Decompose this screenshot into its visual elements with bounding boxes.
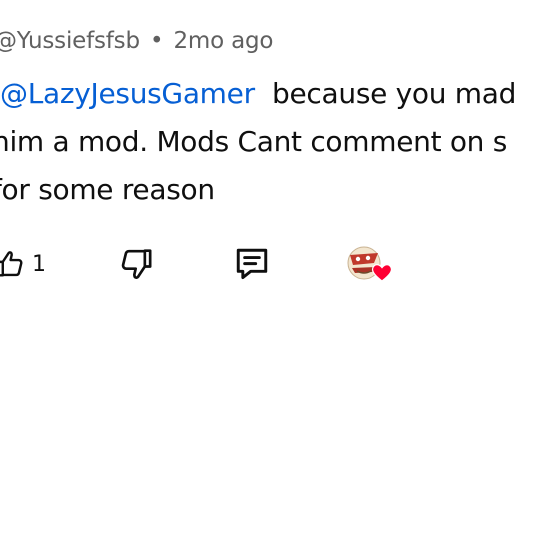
author-handle[interactable]: @Yussiefsfsb [0, 28, 140, 54]
creator-heart-badge [344, 236, 398, 292]
comment-meta: @Yussiefsfsb • 2mo ago [0, 28, 273, 54]
like-button[interactable]: 1 [0, 236, 46, 292]
comment-time: 2mo ago [173, 28, 274, 54]
comment-icon [230, 242, 274, 286]
comment-line-1: @LazyJesusGamer because you mad [0, 70, 560, 118]
thumbs-up-icon [0, 247, 28, 281]
comment-text-line1: because you mad [272, 77, 517, 110]
comment-text-line2: him a mod. Mods Cant comment on s [0, 125, 508, 158]
comment-text-line3: for some reason [0, 173, 215, 206]
thumbs-down-icon [116, 244, 156, 284]
meta-separator: • [149, 28, 164, 54]
mention-link[interactable]: @LazyJesusGamer [0, 77, 255, 110]
comment-text: @LazyJesusGamer because you mad him a mo… [0, 70, 560, 214]
comment-actions: 1 [0, 236, 560, 292]
creator-heart-icon [344, 241, 398, 287]
reply-button[interactable] [230, 236, 274, 292]
comment-card: @Yussiefsfsb • 2mo ago @LazyJesusGamer b… [0, 0, 560, 560]
dislike-button[interactable] [116, 236, 156, 292]
like-count: 1 [32, 251, 46, 277]
